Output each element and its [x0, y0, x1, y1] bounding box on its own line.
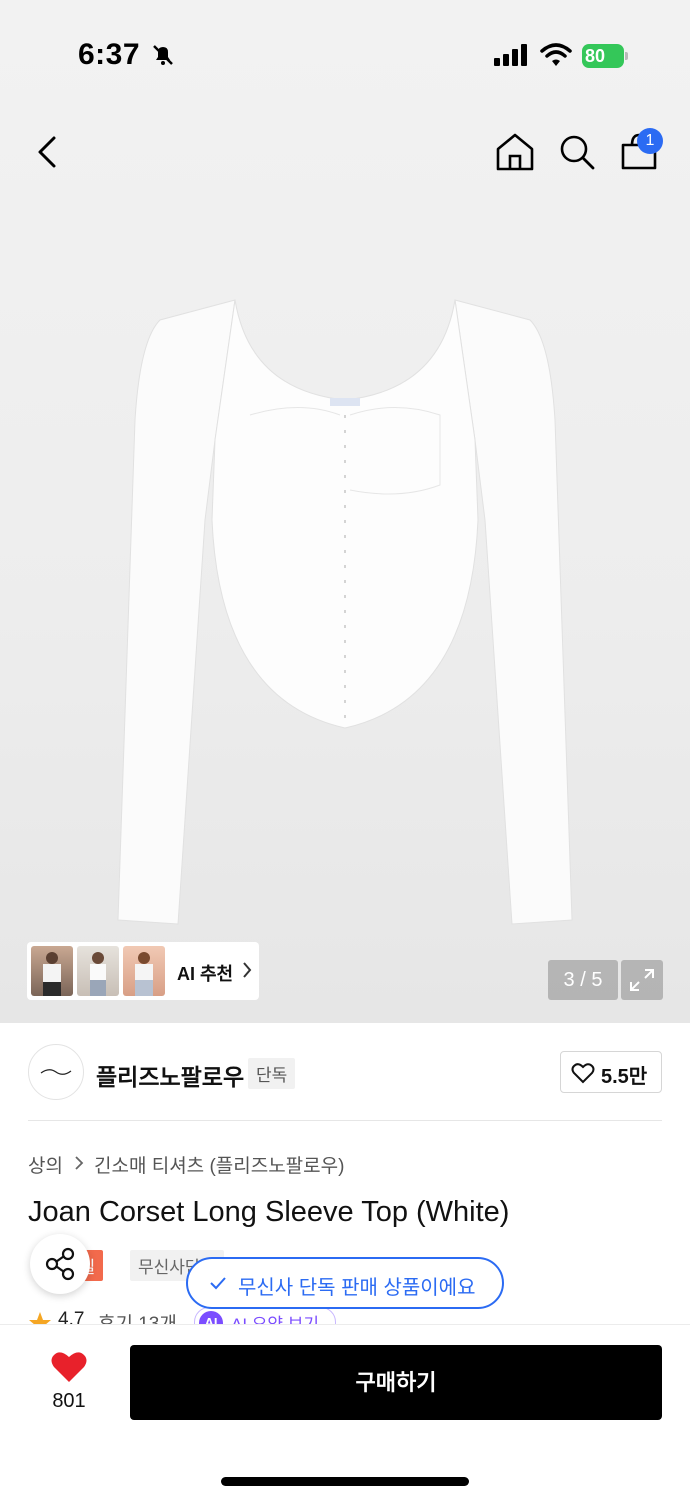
share-button[interactable]	[30, 1234, 90, 1294]
back-chevron-icon[interactable]	[26, 130, 70, 174]
home-icon[interactable]	[493, 130, 537, 174]
brand-logo[interactable]	[28, 1044, 84, 1100]
brand-name[interactable]: 플리즈노팔로우	[96, 1058, 244, 1092]
expand-icon	[630, 969, 654, 991]
buy-button[interactable]: 구매하기	[130, 1345, 662, 1420]
chevron-right-icon	[75, 1156, 84, 1170]
brand-logo-mark	[40, 1069, 72, 1075]
breadcrumb-subcategory[interactable]: 긴소매 티셔츠 (플리즈노팔로우)	[94, 1151, 344, 1178]
status-time: 6:37	[78, 38, 141, 71]
battery-level: 80	[582, 44, 624, 68]
ai-badge: AI	[199, 1311, 223, 1324]
favorite-count: 801	[52, 1390, 86, 1412]
image-counter: 3 / 5	[548, 960, 618, 1000]
exclusive-sale-toast: 무신사 단독 판매 상품이에요	[186, 1257, 504, 1309]
rating-value: 4.7	[58, 1309, 85, 1324]
brand-like-count: 5.5만	[601, 1066, 648, 1088]
product-title: Joan Corset Long Sleeve Top (White)	[28, 1196, 510, 1228]
home-indicator	[221, 1477, 469, 1486]
search-icon[interactable]	[555, 130, 599, 174]
check-icon	[210, 1277, 226, 1290]
star-icon	[29, 1312, 51, 1324]
rating-row: 4.7 후기 13개 AI AI 요약 보기	[28, 1307, 668, 1324]
battery-tip	[625, 52, 628, 60]
ai-summary-label: AI 요약 보기	[231, 1310, 319, 1324]
heart-filled-icon[interactable]	[50, 1350, 88, 1384]
share-icon	[45, 1247, 75, 1281]
brand-like-button[interactable]: 5.5만	[560, 1051, 662, 1093]
ai-summary-button[interactable]: AI AI 요약 보기	[194, 1307, 336, 1324]
ai-recommend-label: AI 추천	[177, 964, 234, 984]
heart-outline-icon	[571, 1063, 595, 1084]
silent-bell-icon	[153, 45, 173, 65]
recommend-thumbnail[interactable]	[31, 946, 73, 996]
exclusive-tag: 단독	[248, 1058, 296, 1089]
chevron-right-icon	[243, 962, 252, 978]
expand-image-button[interactable]	[621, 960, 663, 1000]
recommend-thumbnail[interactable]	[123, 946, 165, 996]
breadcrumb-category[interactable]: 상의	[28, 1151, 63, 1178]
cart-count-badge: 1	[637, 128, 663, 154]
recommend-thumbnail[interactable]	[77, 946, 119, 996]
battery-indicator: 80	[582, 44, 628, 68]
divider	[28, 1120, 662, 1121]
ai-recommend-strip[interactable]: AI 추천	[27, 942, 259, 1000]
wifi-icon	[540, 43, 572, 66]
cellular-signal-icon	[494, 44, 527, 66]
review-count[interactable]: 후기 13개	[98, 1309, 177, 1324]
toast-message: 무신사 단독 판매 상품이에요	[238, 1277, 476, 1299]
